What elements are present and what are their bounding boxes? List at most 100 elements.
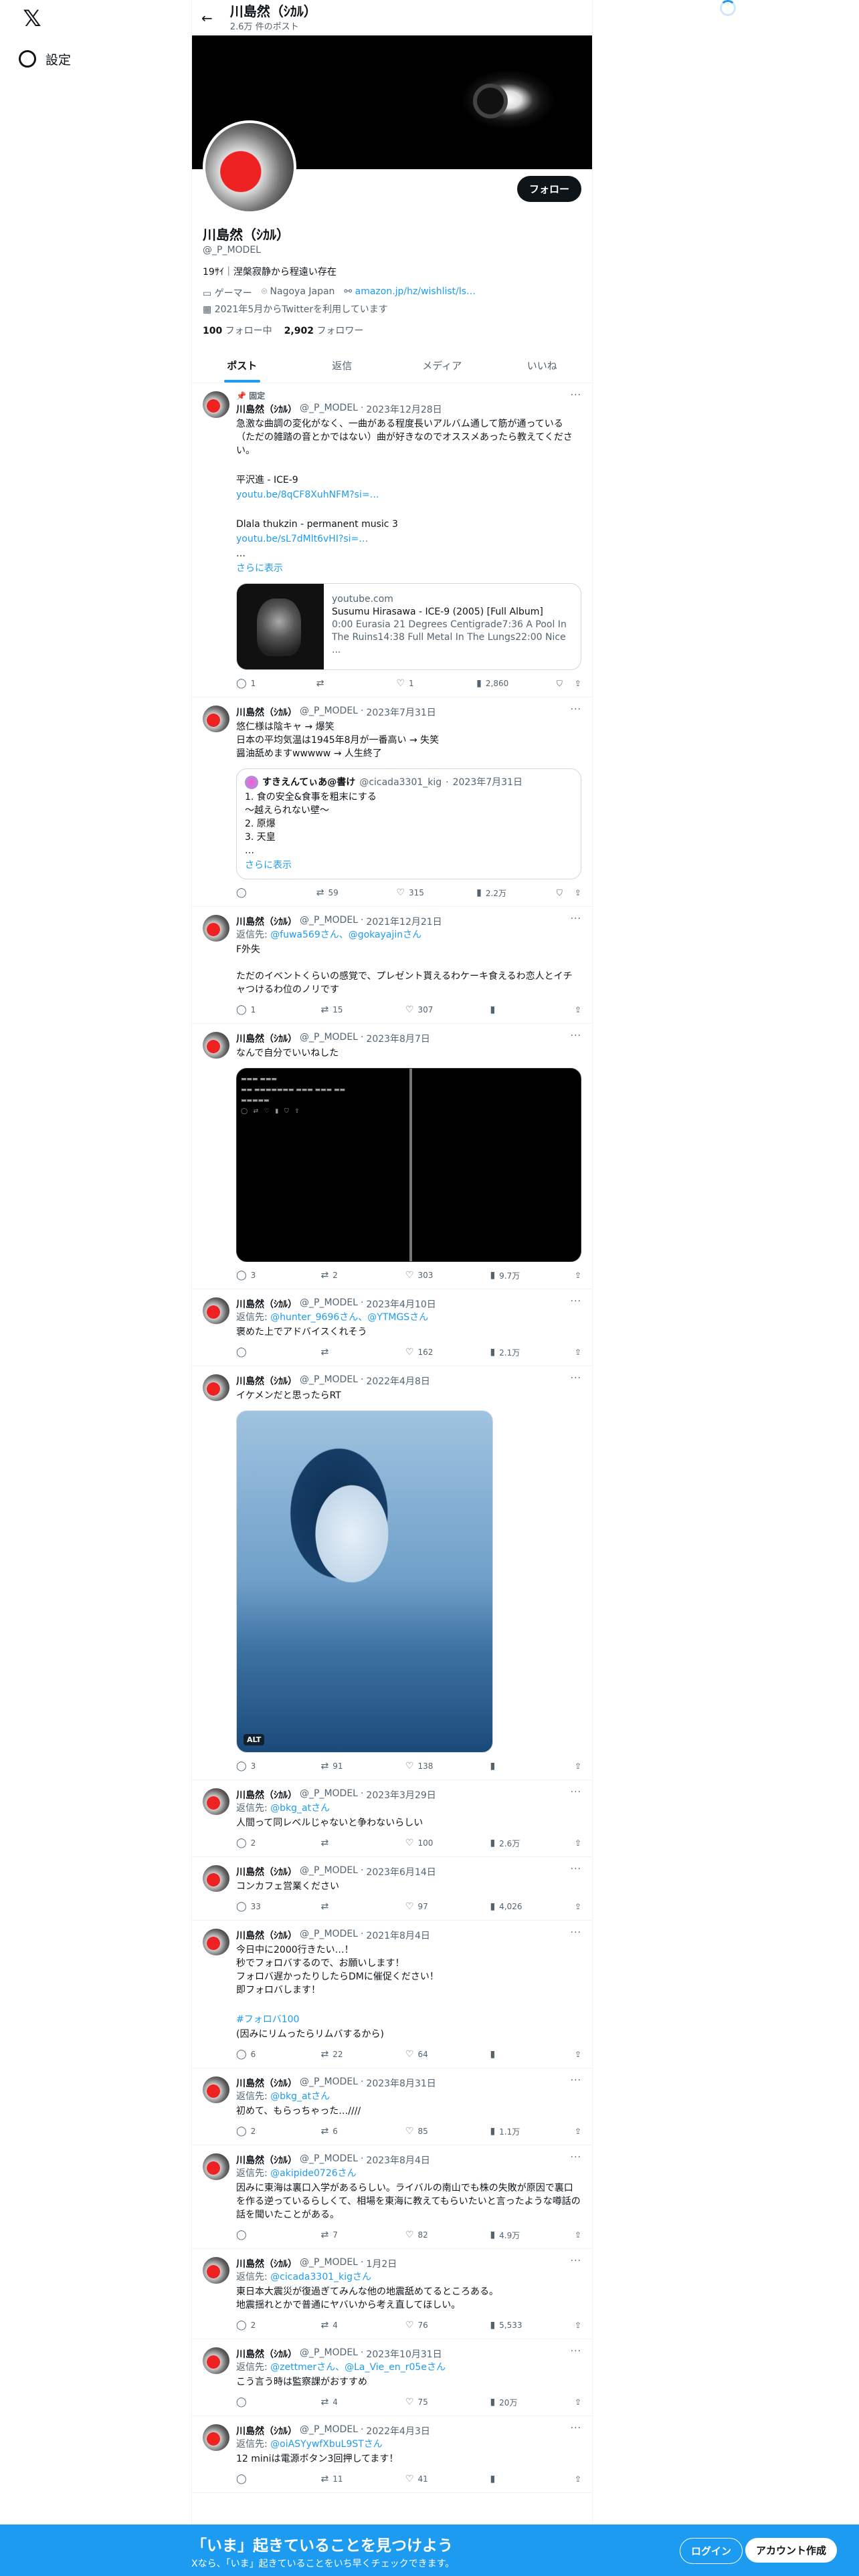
reply-button[interactable]: ◯ 2: [236, 2320, 276, 2331]
tweet-author-name[interactable]: 川島然（ｼｶﾙ）: [236, 1929, 297, 1942]
like-button[interactable]: ♡ 315: [396, 887, 436, 898]
tweet[interactable]: 川島然（ｼｶﾙ） @_P_MODEL · 1月2日 返信先: @cicada3301_…: [192, 2249, 592, 2339]
tweet-avatar[interactable]: [203, 915, 229, 942]
more-options-icon[interactable]: ···: [571, 2346, 581, 2357]
show-more-link[interactable]: さらに表示: [245, 859, 573, 872]
views-button[interactable]: ▮: [490, 1004, 530, 1015]
views-button[interactable]: ▮ 4.9万: [490, 2230, 530, 2241]
tweet[interactable]: 川島然（ｼｶﾙ） @_P_MODEL · 2023年6月14日 コンカフェ営業ください…: [192, 1857, 592, 1921]
share-icon[interactable]: ⇪: [575, 679, 581, 689]
share-icon[interactable]: ⇪: [575, 1005, 581, 1014]
tweet-date[interactable]: 2023年8月31日: [366, 2076, 436, 2090]
tweet-author-name[interactable]: 川島然（ｼｶﾙ）: [236, 2257, 297, 2270]
tweet-author-handle[interactable]: @_P_MODEL: [300, 2424, 358, 2438]
like-button[interactable]: ♡ 162: [405, 1347, 446, 1358]
bookmark-icon[interactable]: ⛉: [557, 679, 563, 689]
views-button[interactable]: ▮ 20万: [490, 2397, 530, 2408]
more-options-icon[interactable]: ···: [571, 1864, 581, 1874]
tweet-date[interactable]: 2023年6月14日: [366, 1865, 436, 1879]
repost-button[interactable]: ⇄ 59: [316, 887, 357, 898]
like-button[interactable]: ♡ 307: [405, 1004, 446, 1015]
tweet-date[interactable]: 2023年8月4日: [366, 2153, 430, 2167]
reply-to-handles[interactable]: @bkg_atさん: [270, 1803, 330, 1814]
more-options-icon[interactable]: ···: [571, 1927, 581, 1938]
reply-to-handles[interactable]: @hunter_9696さん、@YTMGSさん: [270, 1312, 428, 1323]
tweet-author-handle[interactable]: @_P_MODEL: [300, 706, 358, 719]
followers-link[interactable]: 2,902 フォロワー: [284, 324, 364, 337]
tweet-author-handle[interactable]: @_P_MODEL: [300, 1929, 358, 1942]
tweet-author-name[interactable]: 川島然（ｼｶﾙ）: [236, 1032, 297, 1045]
views-button[interactable]: ▮: [490, 1761, 530, 1772]
share-icon[interactable]: ⇪: [575, 1761, 581, 1771]
tweet-avatar[interactable]: [203, 2153, 229, 2180]
reply-button[interactable]: ◯ 2: [236, 2126, 276, 2137]
tweet[interactable]: 川島然（ｼｶﾙ） @_P_MODEL · 2023年8月7日 なんで自分でいいねした …: [192, 1024, 592, 1289]
views-button[interactable]: ▮: [490, 2474, 530, 2484]
like-button[interactable]: ♡ 64: [405, 2049, 446, 2060]
link-card[interactable]: youtube.com Susumu Hirasawa - ICE-9 (200…: [236, 583, 581, 670]
more-options-icon[interactable]: ···: [571, 1296, 581, 1307]
tweet[interactable]: 川島然（ｼｶﾙ） @_P_MODEL · 2021年12月21日 返信先: @fuwa…: [192, 907, 592, 1024]
share-icon[interactable]: ⇪: [575, 888, 581, 898]
like-button[interactable]: ♡ 97: [405, 1901, 446, 1912]
like-button[interactable]: ♡ 41: [405, 2474, 446, 2484]
tweet-date[interactable]: 2023年3月29日: [366, 1788, 436, 1802]
tweet-avatar[interactable]: [203, 2347, 229, 2374]
alt-badge[interactable]: ALT: [244, 1734, 265, 1745]
tab-media[interactable]: メディア: [392, 348, 492, 383]
tweet-date[interactable]: 2021年12月21日: [366, 915, 442, 928]
more-options-icon[interactable]: ···: [571, 1373, 581, 1384]
share-icon[interactable]: ⇪: [575, 1902, 581, 1911]
share-icon[interactable]: ⇪: [575, 1348, 581, 1357]
views-button[interactable]: ▮ 2.2万: [476, 887, 516, 899]
following-link[interactable]: 100 フォロー中: [203, 324, 272, 337]
tweet-author-name[interactable]: 川島然（ｼｶﾙ）: [236, 2424, 297, 2438]
tweet-media-photo[interactable]: ALT: [236, 1410, 493, 1753]
nav-settings[interactable]: 設定: [19, 45, 71, 72]
repost-button[interactable]: ⇄ 15: [320, 1004, 361, 1015]
like-button[interactable]: ♡ 303: [405, 1270, 446, 1281]
tweet-author-name[interactable]: 川島然（ｼｶﾙ）: [236, 706, 297, 719]
reply-button[interactable]: ◯ 3: [236, 1270, 276, 1281]
repost-button[interactable]: ⇄ 4: [320, 2397, 361, 2407]
more-options-icon[interactable]: ···: [571, 1787, 581, 1798]
tweet-date[interactable]: 2023年8月7日: [366, 1032, 430, 1045]
tweet[interactable]: 川島然（ｼｶﾙ） @_P_MODEL · 2021年8月4日 今日中に2000行きたい…: [192, 1921, 592, 2068]
reply-button[interactable]: ◯: [236, 2397, 276, 2407]
tweet-date[interactable]: 2023年12月28日: [366, 403, 442, 416]
tweet-avatar[interactable]: [203, 1032, 229, 1059]
reply-button[interactable]: ◯ 2: [236, 1838, 276, 1848]
repost-button[interactable]: ⇄ 11: [320, 2474, 361, 2484]
share-icon[interactable]: ⇪: [575, 1271, 581, 1280]
repost-button[interactable]: ⇄ 91: [320, 1761, 361, 1772]
tab-replies[interactable]: 返信: [292, 348, 393, 383]
tweet-date[interactable]: 2022年4月3日: [366, 2424, 430, 2438]
tweet-author-name[interactable]: 川島然（ｼｶﾙ）: [236, 2347, 297, 2361]
tweet-author-name[interactable]: 川島然（ｼｶﾙ）: [236, 403, 297, 416]
share-icon[interactable]: ⇪: [575, 2321, 581, 2330]
tweet-avatar[interactable]: [203, 706, 229, 732]
login-button[interactable]: ログイン: [680, 2538, 743, 2564]
follow-button[interactable]: フォロー: [516, 176, 581, 202]
tweet-author-handle[interactable]: @_P_MODEL: [300, 2076, 358, 2090]
reply-to-handles[interactable]: @cicada3301_kigさん: [270, 2272, 371, 2282]
tweet-author-name[interactable]: 川島然（ｼｶﾙ）: [236, 915, 297, 928]
tweet-author-handle[interactable]: @_P_MODEL: [300, 1297, 358, 1311]
like-button[interactable]: ♡ 138: [405, 1761, 446, 1772]
views-button[interactable]: ▮ 9.7万: [490, 1270, 530, 1281]
tweet-avatar[interactable]: [203, 2257, 229, 2284]
reply-to-handles[interactable]: @oiASYywfXbuL9STさん: [270, 2439, 383, 2450]
tweet[interactable]: 川島然（ｼｶﾙ） @_P_MODEL · 2023年8月4日 返信先: @akipid…: [192, 2145, 592, 2249]
tweet-date[interactable]: 1月2日: [366, 2257, 397, 2270]
tweet-avatar[interactable]: [203, 391, 229, 418]
tweet-avatar[interactable]: [203, 2076, 229, 2103]
reply-button[interactable]: ◯: [236, 1347, 276, 1358]
tweet-author-handle[interactable]: @_P_MODEL: [300, 2347, 358, 2361]
tweet-author-name[interactable]: 川島然（ｼｶﾙ）: [236, 2076, 297, 2090]
share-icon[interactable]: ⇪: [575, 2050, 581, 2059]
tweet-date[interactable]: 2023年10月31日: [366, 2347, 442, 2361]
repost-button[interactable]: ⇄ 6: [320, 2126, 361, 2137]
tweet-media-image[interactable]: ▬▬▬ ▬▬▬ ▬▬ ▬▬▬▬▬▬▬ ▬▬▬ ▬▬▬ ▬▬ ▬▬▬▬▬ ◯ ⇄ ♡ ▮…: [236, 1068, 581, 1262]
quote-tweet[interactable]: すきえんてぃあ@書け @cicada3301_kig · 2023年7月31日 1. …: [236, 768, 581, 879]
more-options-icon[interactable]: ···: [571, 704, 581, 715]
